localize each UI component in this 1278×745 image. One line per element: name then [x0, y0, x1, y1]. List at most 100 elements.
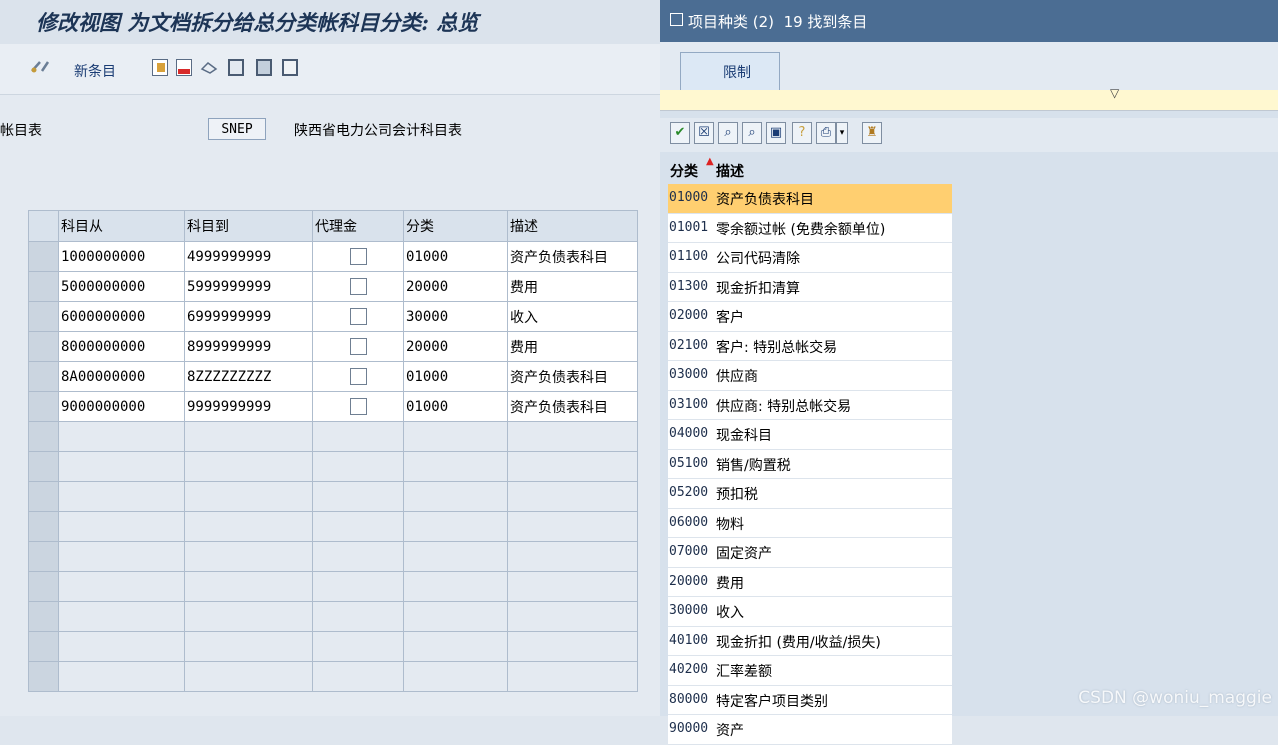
category-cell[interactable]: 30000 — [403, 301, 508, 332]
empty-cell[interactable] — [403, 421, 508, 452]
delete-icon[interactable] — [176, 59, 192, 76]
empty-cell[interactable] — [184, 571, 313, 602]
empty-cell[interactable] — [312, 541, 404, 572]
account-to-cell[interactable]: 9999999999 — [184, 391, 313, 422]
column-header-agent[interactable]: 代理金 — [312, 210, 404, 242]
undo-icon[interactable] — [200, 59, 218, 76]
column-header-description[interactable]: 描述 — [507, 210, 638, 242]
select-block-icon[interactable] — [256, 59, 272, 76]
row-selector[interactable] — [28, 451, 59, 482]
empty-table-row[interactable] — [28, 421, 638, 452]
empty-cell[interactable] — [58, 601, 185, 632]
agent-checkbox-cell[interactable] — [312, 271, 404, 302]
account-from-cell[interactable]: 6000000000 — [58, 301, 185, 332]
account-to-cell[interactable]: 4999999999 — [184, 241, 313, 272]
list-item[interactable]: 20000 费用 — [668, 567, 952, 597]
category-cell[interactable]: 01000 — [403, 361, 508, 392]
sort-icon[interactable]: ▣ — [766, 122, 786, 144]
list-item[interactable]: 80000 特定客户项目类别 — [668, 685, 952, 715]
empty-cell[interactable] — [312, 571, 404, 602]
category-cell[interactable]: 01000 — [403, 391, 508, 422]
empty-cell[interactable] — [312, 451, 404, 482]
table-row[interactable]: 6000000000 6999999999 30000 收入 — [28, 301, 638, 332]
empty-cell[interactable] — [58, 541, 185, 572]
empty-cell[interactable] — [58, 481, 185, 512]
empty-table-row[interactable] — [28, 511, 638, 542]
print-icon[interactable]: ⎙ — [816, 122, 836, 144]
glasses-edit-icon[interactable] — [30, 59, 50, 76]
account-from-cell[interactable]: 9000000000 — [58, 391, 185, 422]
copy-icon[interactable] — [152, 59, 168, 76]
empty-cell[interactable] — [312, 601, 404, 632]
row-selector[interactable] — [28, 391, 59, 422]
column-header-category[interactable]: 分类 — [670, 161, 698, 181]
row-selector[interactable] — [28, 241, 59, 272]
tab-restrictions[interactable]: 限制 — [680, 52, 780, 90]
list-item[interactable]: 05200 预扣税 — [668, 479, 952, 509]
empty-cell[interactable] — [184, 541, 313, 572]
empty-cell[interactable] — [312, 631, 404, 662]
empty-cell[interactable] — [507, 571, 638, 602]
empty-cell[interactable] — [403, 511, 508, 542]
expand-triangle-icon[interactable]: ▽ — [1110, 86, 1119, 100]
list-item[interactable]: 02000 客户 — [668, 302, 952, 332]
row-selector[interactable] — [28, 661, 59, 692]
empty-cell[interactable] — [312, 481, 404, 512]
empty-cell[interactable] — [312, 421, 404, 452]
empty-cell[interactable] — [507, 511, 638, 542]
column-header-account-to[interactable]: 科目到 — [184, 210, 313, 242]
list-item[interactable]: 90000 资产 — [668, 715, 952, 745]
row-selector[interactable] — [28, 601, 59, 632]
empty-cell[interactable] — [507, 541, 638, 572]
agent-checkbox[interactable] — [349, 308, 367, 325]
empty-cell[interactable] — [58, 631, 185, 662]
row-selector[interactable] — [28, 271, 59, 302]
agent-checkbox[interactable] — [349, 338, 367, 355]
empty-cell[interactable] — [58, 511, 185, 542]
account-from-cell[interactable]: 8A00000000 — [58, 361, 185, 392]
list-item[interactable]: 04000 现金科目 — [668, 420, 952, 450]
column-header-category[interactable]: 分类 — [403, 210, 508, 242]
account-from-cell[interactable]: 8000000000 — [58, 331, 185, 362]
find-next-icon[interactable]: ⌕ — [742, 122, 762, 144]
empty-cell[interactable] — [184, 631, 313, 662]
row-selector[interactable] — [28, 361, 59, 392]
select-all-icon[interactable] — [228, 59, 244, 76]
list-item[interactable]: 03100 供应商: 特别总帐交易 — [668, 390, 952, 420]
category-cell[interactable]: 20000 — [403, 331, 508, 362]
print-dropdown-icon[interactable]: ▾ — [836, 122, 848, 144]
empty-cell[interactable] — [403, 481, 508, 512]
row-selector[interactable] — [28, 631, 59, 662]
empty-cell[interactable] — [184, 421, 313, 452]
row-selector[interactable] — [28, 511, 59, 542]
empty-cell[interactable] — [507, 421, 638, 452]
empty-cell[interactable] — [507, 601, 638, 632]
select-all-column[interactable] — [28, 210, 59, 242]
empty-cell[interactable] — [507, 481, 638, 512]
empty-cell[interactable] — [312, 511, 404, 542]
empty-cell[interactable] — [403, 451, 508, 482]
empty-cell[interactable] — [58, 451, 185, 482]
cancel-x-icon[interactable]: ☒ — [694, 122, 714, 144]
row-selector[interactable] — [28, 301, 59, 332]
row-selector[interactable] — [28, 481, 59, 512]
column-header-account-from[interactable]: 科目从 — [58, 210, 185, 242]
list-item[interactable]: 01100 公司代码清除 — [668, 243, 952, 273]
list-item[interactable]: 07000 固定资产 — [668, 538, 952, 568]
agent-checkbox[interactable] — [349, 278, 367, 295]
empty-cell[interactable] — [58, 421, 185, 452]
help-icon[interactable]: ? — [792, 122, 812, 144]
agent-checkbox-cell[interactable] — [312, 301, 404, 332]
list-item[interactable]: 03000 供应商 — [668, 361, 952, 391]
account-from-cell[interactable]: 1000000000 — [58, 241, 185, 272]
empty-cell[interactable] — [403, 601, 508, 632]
empty-cell[interactable] — [58, 661, 185, 692]
empty-table-row[interactable] — [28, 661, 638, 692]
empty-cell[interactable] — [58, 571, 185, 602]
list-item[interactable]: 30000 收入 — [668, 597, 952, 627]
empty-cell[interactable] — [184, 481, 313, 512]
find-binoculars-icon[interactable]: ⌕ — [718, 122, 738, 144]
list-item[interactable]: 40100 现金折扣 (费用/收益/损失) — [668, 626, 952, 656]
empty-cell[interactable] — [184, 601, 313, 632]
category-cell[interactable]: 01000 — [403, 241, 508, 272]
